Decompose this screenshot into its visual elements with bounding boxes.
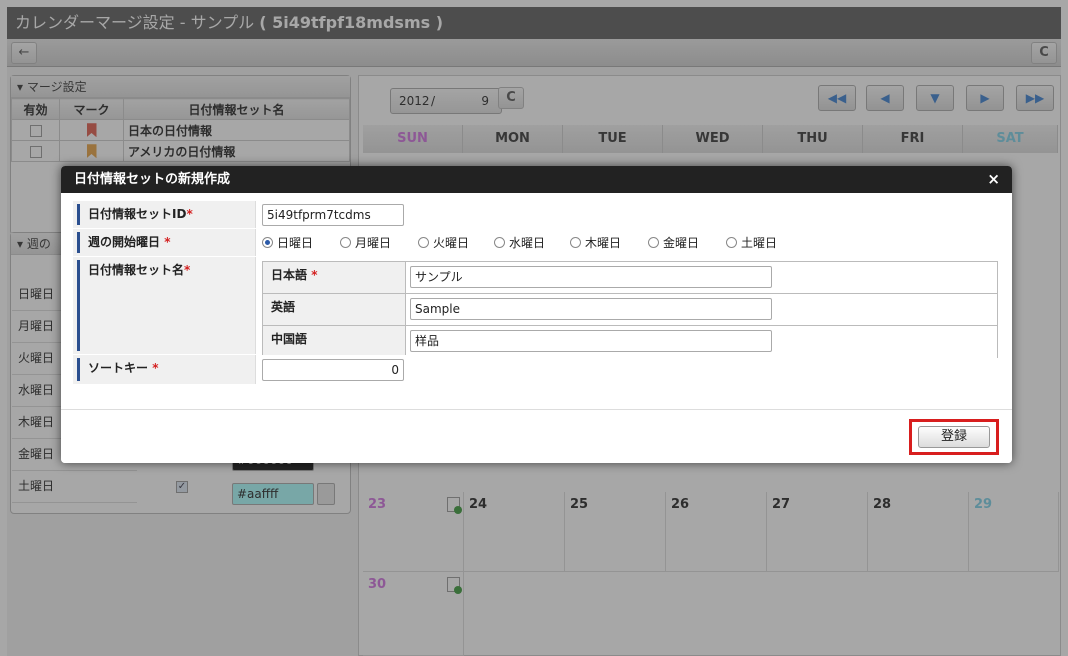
name-en-input[interactable]: Sample [410,298,772,320]
radio-saturday[interactable]: 土曜日 [726,234,777,251]
dialog-footer: 登録 [61,409,1012,463]
name-lang-table: 日本語 * サンプル 英語 Sample 中国語 样品 [262,261,998,358]
sort-label: ソートキー * [77,358,247,381]
radio-thursday[interactable]: 木曜日 [570,234,621,251]
radio-monday[interactable]: 月曜日 [340,234,391,251]
lang-zh-label: 中国語 [262,325,406,358]
sort-key-input[interactable]: 0 [262,359,404,381]
create-dateset-dialog: 日付情報セットの新規作成 × 日付情報セットID* 5i49tfprm7tcdm… [61,166,1012,463]
register-button[interactable]: 登録 [918,426,990,448]
id-input[interactable]: 5i49tfprm7tcdms [262,204,404,226]
id-label: 日付情報セットID* [77,204,247,225]
close-icon[interactable]: × [987,166,1000,193]
dialog-title-text: 日付情報セットの新規作成 [74,172,231,187]
id-row: 日付情報セットID* 5i49tfprm7tcdms [73,201,997,229]
dialog-title: 日付情報セットの新規作成 × [61,166,1012,193]
lang-en-label: 英語 [262,293,406,326]
radio-friday[interactable]: 金曜日 [648,234,699,251]
radio-sunday[interactable]: 日曜日 [262,234,313,251]
start-day-row: 週の開始曜日 * 日曜日 月曜日 火曜日 水曜日 木曜日 金曜日 土曜日 [73,229,997,257]
name-zh-input[interactable]: 样品 [410,330,772,352]
register-button-highlight: 登録 [909,419,999,455]
radio-tuesday[interactable]: 火曜日 [418,234,469,251]
start-day-label: 週の開始曜日 * [77,232,247,253]
lang-ja-label: 日本語 * [262,261,406,294]
sort-row: ソートキー * 0 [73,355,997,385]
name-label: 日付情報セット名* [77,260,247,351]
name-row: 日付情報セット名* 日本語 * サンプル 英語 Sample 中国語 样品 [73,257,998,358]
radio-wednesday[interactable]: 水曜日 [494,234,545,251]
name-ja-input[interactable]: サンプル [410,266,772,288]
